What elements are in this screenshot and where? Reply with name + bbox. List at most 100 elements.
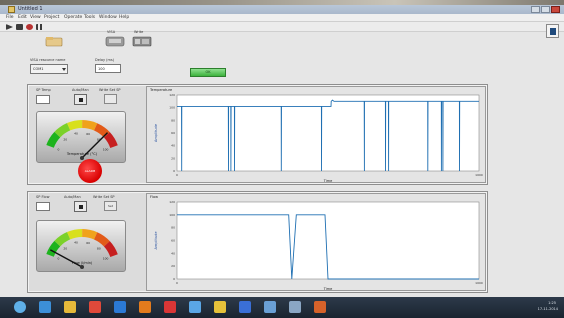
taskbar-explorer-icon[interactable] xyxy=(64,301,76,313)
sp-flow-label: SP Flow xyxy=(36,195,50,199)
menu-operate[interactable]: Operate xyxy=(64,15,82,20)
write-sp-button-2-text: Set xyxy=(108,204,113,208)
maximize-button[interactable] xyxy=(541,6,550,13)
delay-field[interactable]: 100 xyxy=(95,64,121,73)
sp-temp-label: SP Temp xyxy=(36,88,51,92)
sp-temp-field[interactable] xyxy=(36,95,50,104)
labview-app-icon xyxy=(8,6,15,13)
temperature-gauge-tick-label: 40 xyxy=(74,132,78,136)
flow-chart-y-tick-label: 120 xyxy=(169,200,175,204)
taskbar-start-icon[interactable] xyxy=(14,301,26,313)
run-arrow-icon[interactable] xyxy=(6,24,13,30)
flow-gauge-tick-label: 60 xyxy=(86,241,90,245)
flow-gauge-tick-label: 0 xyxy=(58,256,60,260)
temperature-chart-y-tick-label: 0 xyxy=(173,169,175,173)
window-title: Untitled 1 xyxy=(18,6,43,12)
write-device-icon[interactable] xyxy=(132,36,152,47)
auto-man-label-1: Auto/Man xyxy=(72,88,89,92)
write-sp-label-1: Write Set SP xyxy=(99,88,121,92)
temperature-gauge-arc-segment xyxy=(67,120,83,131)
temperature-gauge-arc-segment xyxy=(103,132,118,149)
menu-project[interactable]: Project xyxy=(44,15,59,20)
temperature-gauge-hub xyxy=(80,156,84,160)
delay-label: Delay (ms) xyxy=(95,58,115,62)
write-sp-button-2[interactable]: Set xyxy=(104,201,117,211)
taskbar-chrome-icon[interactable] xyxy=(89,301,101,313)
temperature-chart: Temperature 0 20 40 60 80 100 120 0 1000 Time Ampl… xyxy=(146,86,486,183)
temperature-chart-y-tick-label: 20 xyxy=(171,156,175,160)
temperature-gauge-arc-segment xyxy=(46,131,61,148)
flow-gauge-arc-segment xyxy=(54,232,71,247)
write-label: Write xyxy=(134,30,144,34)
temperature-panel: SP Temp Auto/Man Write Set SP 0 20 40 60 80 1… xyxy=(27,84,488,185)
temperature-chart-y-tick-label: 100 xyxy=(169,106,175,110)
close-button[interactable] xyxy=(551,6,560,13)
temperature-chart-x-tick-label: 0 xyxy=(176,173,178,177)
write-sp-label-2: Write Set SP xyxy=(93,195,115,199)
taskbar-labview-icon[interactable] xyxy=(214,301,226,313)
write-sp-button-1[interactable] xyxy=(104,94,117,104)
folder-icon[interactable] xyxy=(45,35,63,47)
flow-gauge-arc-segment xyxy=(93,232,110,247)
flow-chart-y-tick-label: 20 xyxy=(171,264,175,268)
taskbar-office-icon[interactable] xyxy=(139,301,151,313)
chevron-down-icon xyxy=(62,68,66,71)
window-titlebar[interactable]: Untitled 1 xyxy=(0,5,564,14)
flow-panel: SP Flow Auto/Man Write Set SP Set 0 20 40 6… xyxy=(27,191,488,293)
auto-man-label-2: Auto/Man xyxy=(64,195,81,199)
flow-chart-y-tick-label: 0 xyxy=(173,277,175,281)
resource-value: COM1 xyxy=(33,67,44,71)
auto-man-toggle-1[interactable] xyxy=(74,94,87,105)
taskbar-opera-icon[interactable] xyxy=(164,301,176,313)
flow-gauge-label: Flow (l/min) xyxy=(71,261,93,265)
temperature-chart-x-tick-label: 1000 xyxy=(475,173,483,177)
taskbar-file-icon[interactable] xyxy=(189,301,201,313)
flow-chart-y-tick-label: 60 xyxy=(171,239,175,243)
temperature-gauge-arc-segment xyxy=(93,123,110,138)
clock-date: 17-11-2014 xyxy=(537,307,558,311)
menu-window[interactable]: Window xyxy=(99,15,117,20)
flow-chart-plot-area xyxy=(176,201,480,280)
flow-gauge: 0 20 40 60 80 100 Flow (l/min) xyxy=(36,220,126,272)
flow-chart-x-tick-label: 0 xyxy=(176,281,178,285)
temperature-chart-x-axis-label: Time xyxy=(323,179,333,183)
temperature-chart-y-tick-label: 120 xyxy=(169,93,175,97)
flow-chart-y-tick-label: 100 xyxy=(169,213,175,217)
taskbar-app-icon[interactable] xyxy=(239,301,251,313)
minimize-button[interactable] xyxy=(531,6,540,13)
flow-chart-plot: 0 20 40 60 80 100 120 0 1000 Time Amplitude xyxy=(154,200,483,291)
menu-edit[interactable]: Edit xyxy=(18,15,27,20)
resource-dropdown[interactable]: COM1 xyxy=(30,64,68,74)
flow-gauge-arc-segment xyxy=(81,229,98,240)
pause-icon[interactable] xyxy=(36,24,43,30)
vi-connector-icon xyxy=(546,24,559,38)
run-continuous-icon[interactable] xyxy=(16,24,23,30)
taskbar-vi-icon[interactable] xyxy=(289,301,301,313)
temperature-gauge-tick-label: 20 xyxy=(63,137,67,141)
flow-gauge-hub xyxy=(80,265,84,269)
temperature-gauge-tick-label: 60 xyxy=(86,132,90,136)
abort-icon[interactable] xyxy=(26,24,33,30)
delay-value: 100 xyxy=(98,67,105,71)
ok-button-label: OK xyxy=(205,70,211,74)
menu-tools[interactable]: Tools xyxy=(84,15,95,20)
sp-flow-field[interactable] xyxy=(36,202,50,211)
auto-man-toggle-2[interactable] xyxy=(74,201,87,212)
menu-file[interactable]: File xyxy=(6,15,14,20)
flow-gauge-tick-label: 40 xyxy=(74,241,78,245)
menu-view[interactable]: View xyxy=(30,15,41,20)
visa-device-icon[interactable] xyxy=(105,36,125,47)
taskbar: 1:25 17-11-2014 xyxy=(0,297,564,318)
menu-help[interactable]: Help xyxy=(119,15,129,20)
temperature-chart-plot: 0 20 40 60 80 100 120 0 1000 Time Amplitude xyxy=(154,93,483,183)
taskbar-ie-icon[interactable] xyxy=(39,301,51,313)
taskbar-pc-icon[interactable] xyxy=(264,301,276,313)
temperature-chart-y-tick-label: 40 xyxy=(171,144,175,148)
temperature-chart-y-tick-label: 60 xyxy=(171,131,175,135)
taskbar-media-icon[interactable] xyxy=(114,301,126,313)
flow-chart-y-axis-label: Amplitude xyxy=(154,232,158,250)
taskbar-ppt-icon[interactable] xyxy=(314,301,326,313)
temperature-gauge-arc-segment xyxy=(81,120,98,131)
ok-button[interactable]: OK xyxy=(190,68,226,77)
flow-chart-y-tick-label: 80 xyxy=(171,226,175,230)
